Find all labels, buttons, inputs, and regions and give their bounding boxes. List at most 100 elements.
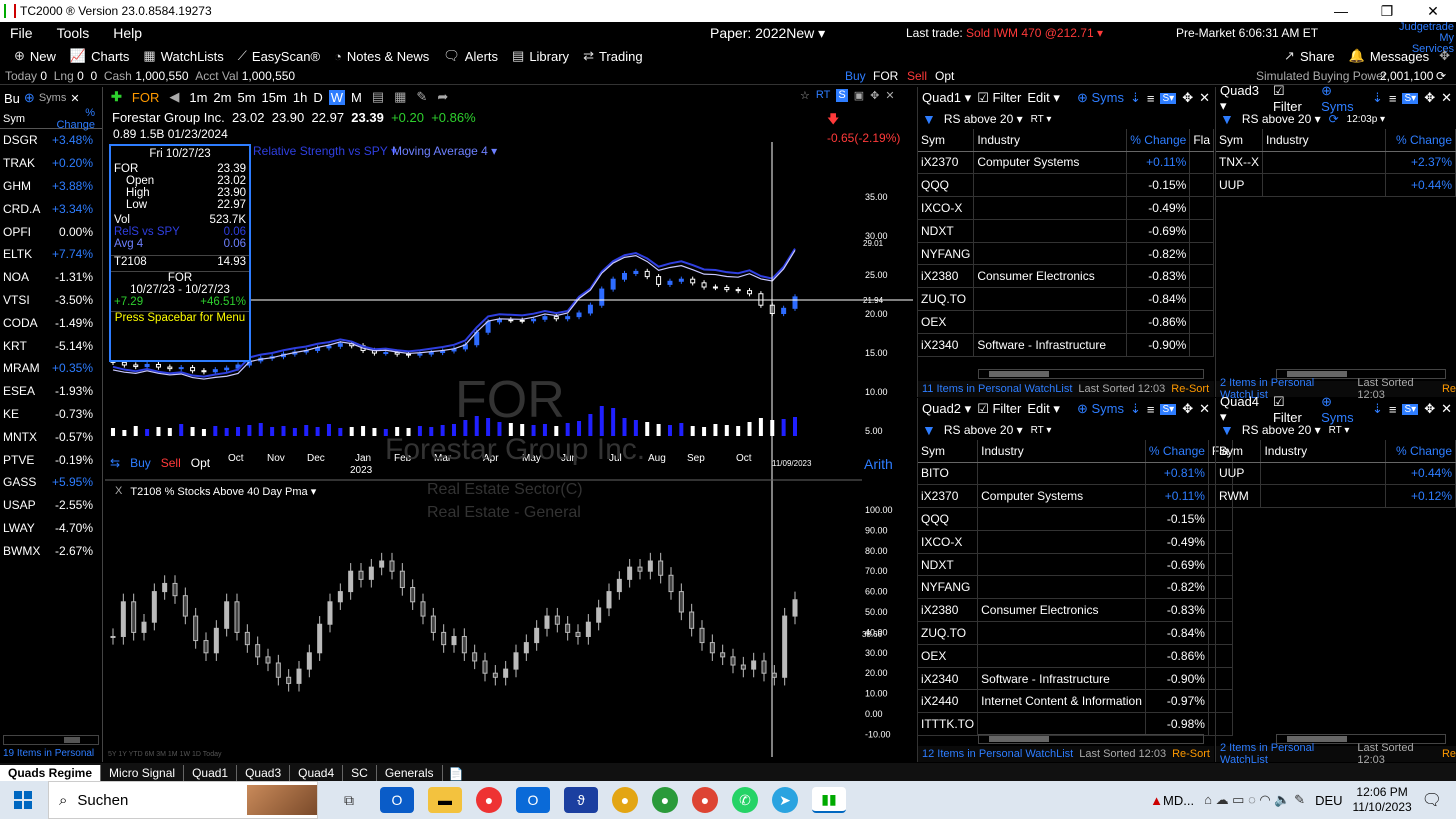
quad-title[interactable]: Quad1 ▾ — [922, 90, 971, 106]
move-icon[interactable]: ✥ — [870, 89, 879, 102]
watchlist-row[interactable]: CRD.A +3.34% — [0, 197, 102, 220]
timeframe-2m[interactable]: 2m — [213, 90, 231, 105]
timeframe-M[interactable]: M — [351, 90, 362, 105]
refresh-icon[interactable]: ⟳ — [1329, 112, 1339, 126]
chart-opt-button[interactable]: Opt — [191, 456, 210, 470]
horizontal-scrollbar[interactable] — [978, 369, 1204, 379]
chart-close-icon[interactable]: ✕ — [885, 89, 894, 102]
table-row[interactable]: NDXT -0.69% — [918, 553, 1233, 577]
rt-dropdown[interactable]: RT ▾ — [1031, 114, 1052, 125]
outlook-icon[interactable]: O — [380, 787, 414, 813]
star-icon[interactable]: ☆ — [800, 89, 810, 102]
add-tab-icon[interactable]: 📄 — [443, 767, 470, 781]
menu-icon[interactable]: ≡ — [1147, 402, 1155, 417]
close-button[interactable]: ✕ — [1410, 3, 1456, 20]
table-row[interactable]: iX2440 Internet Content & Information -0.9… — [918, 689, 1233, 714]
watchlists-button[interactable]: ▦ WatchLists — [143, 48, 223, 64]
table-row[interactable]: TNX--X +2.37% — [1216, 151, 1456, 175]
move-icon[interactable]: ✥ — [1424, 401, 1435, 417]
watchlist-row[interactable]: GASS +5.95% — [0, 471, 102, 494]
condition-dropdown[interactable]: RS above 20 ▾ — [1242, 423, 1321, 437]
notes-news-button[interactable]: ◔ Notes & News — [334, 49, 429, 64]
charts-button[interactable]: 📈 Charts — [70, 48, 129, 64]
table-row[interactable]: iX2340 Software - Infrastructure -0.90% — [918, 667, 1233, 691]
timeframe-D[interactable]: D — [313, 90, 322, 105]
table-row[interactable]: NDXT -0.69% — [918, 219, 1214, 243]
table-row[interactable]: IXCO-X -0.49% — [918, 196, 1214, 220]
column-sym[interactable]: Sym — [0, 113, 45, 125]
indicator-ma[interactable]: Moving Average 4 ▾ — [392, 144, 497, 158]
table-row[interactable]: OEX -0.86% — [918, 310, 1214, 334]
library-button[interactable]: ▤ Library — [512, 48, 569, 64]
timeframe-W[interactable]: W — [328, 89, 345, 105]
syms-button[interactable]: ⊕ Syms — [1321, 83, 1366, 114]
add-symbols-icon[interactable]: ⊕ — [24, 90, 35, 106]
watchlist-row[interactable]: LWAY -4.70% — [0, 517, 102, 540]
messages-button[interactable]: 🔔 Messages — [1349, 48, 1429, 64]
indicator-rs[interactable]: Relative Strength vs SPY ▾ — [253, 144, 397, 158]
move-handle-icon[interactable]: ✥ — [1439, 48, 1450, 64]
watchlist-row[interactable]: GHM +3.88% — [0, 175, 102, 198]
tab-sc[interactable]: SC — [343, 765, 377, 781]
rt-dropdown[interactable]: 12:03p ▾ — [1347, 114, 1385, 125]
column-header[interactable]: Industry — [1262, 129, 1387, 152]
edit-menu[interactable]: Edit ▾ — [1027, 401, 1060, 417]
options-button[interactable]: Opt — [935, 69, 954, 83]
table-row[interactable]: iX2380 Consumer Electronics -0.83% — [918, 264, 1214, 289]
rt-toggle[interactable]: RT — [816, 89, 830, 102]
sort-icon[interactable]: ⇣ — [1372, 401, 1383, 417]
share-button[interactable]: ↗ Share — [1284, 48, 1335, 64]
column-header[interactable]: Sym — [918, 440, 979, 463]
syms-button[interactable]: ⊕ Syms — [1077, 401, 1124, 417]
menu-icon[interactable]: ≡ — [1389, 91, 1397, 106]
watchlist-row[interactable]: KE -0.73% — [0, 403, 102, 426]
menu-help[interactable]: Help — [113, 25, 142, 41]
table-row[interactable]: RWM +0.12% — [1216, 484, 1456, 509]
close-icon[interactable]: ✕ — [1199, 90, 1210, 106]
tray-app[interactable]: ▲MD... — [1150, 793, 1194, 808]
maximize-button[interactable]: ❐ — [1364, 3, 1410, 20]
chrome-profile-icon[interactable]: ● — [612, 787, 638, 813]
move-icon[interactable]: ✥ — [1182, 401, 1193, 417]
menu-icon[interactable]: ≡ — [1147, 91, 1155, 106]
chart-sell-button[interactable]: Sell — [161, 456, 181, 470]
table-row[interactable]: ITTTK.TO -0.98% — [918, 712, 1233, 737]
tab-quad1[interactable]: Quad1 — [184, 765, 238, 781]
scale-toggle[interactable]: Arith — [864, 456, 893, 472]
filter-funnel-icon[interactable]: ▼ — [922, 111, 936, 127]
watchlist-row[interactable]: PTVE -0.19% — [0, 448, 102, 471]
app-feather-icon[interactable]: ϑ — [564, 787, 598, 813]
task-view-icon[interactable]: ⧉ — [332, 787, 366, 813]
telegram-icon[interactable]: ➤ — [772, 787, 798, 813]
column-header[interactable]: % Change — [1385, 440, 1456, 463]
filter-toggle[interactable]: ☑ Filter — [1273, 394, 1315, 425]
last-trade[interactable]: Last trade: Sold IWM 470 @212.71 ▾ — [906, 26, 1103, 40]
buy-button[interactable]: Buy — [845, 69, 866, 83]
trading-button[interactable]: ⇄ Trading — [583, 48, 643, 64]
watchlist-row[interactable]: NOA -1.31% — [0, 266, 102, 289]
timeframe-1m[interactable]: 1m — [189, 90, 207, 105]
table-row[interactable]: UUP +0.44% — [1216, 462, 1456, 486]
tab-quad4[interactable]: Quad4 — [290, 765, 344, 781]
draw-icon[interactable]: ✎ — [416, 89, 427, 105]
chrome-icon[interactable]: ● — [476, 787, 502, 813]
syms-button[interactable]: Syms — [39, 92, 67, 104]
table-row[interactable]: NYFANG -0.82% — [918, 242, 1214, 266]
watchlist-row[interactable]: ESEA -1.93% — [0, 380, 102, 403]
table-row[interactable]: BITO +0.81% — [918, 462, 1233, 486]
refresh-icon[interactable]: ⟳ — [1436, 69, 1446, 83]
filter-toggle[interactable]: ☑ Filter — [977, 90, 1021, 106]
s-box-icon[interactable]: S▾ — [1402, 403, 1419, 415]
watchlist-row[interactable]: USAP -2.55% — [0, 494, 102, 517]
horizontal-scrollbar[interactable] — [3, 735, 99, 745]
timeframe-1h[interactable]: 1h — [293, 90, 307, 105]
candlestick-type-icon[interactable]: ▤ — [372, 89, 384, 105]
syms-button[interactable]: ⊕ Syms — [1321, 394, 1366, 425]
sort-icon[interactable]: ⇣ — [1372, 90, 1383, 106]
clock[interactable]: 12:06 PM 11/10/2023 — [1353, 785, 1412, 815]
watchlist-row[interactable]: DSGR +3.48% — [0, 129, 102, 152]
watchlist-row[interactable]: ELTK +7.74% — [0, 243, 102, 266]
chart-symbol[interactable]: FOR — [132, 90, 159, 105]
table-row[interactable]: iX2370 Computer Systems +0.11% — [918, 484, 1233, 509]
table-row[interactable]: UUP +0.44% — [1216, 173, 1456, 198]
